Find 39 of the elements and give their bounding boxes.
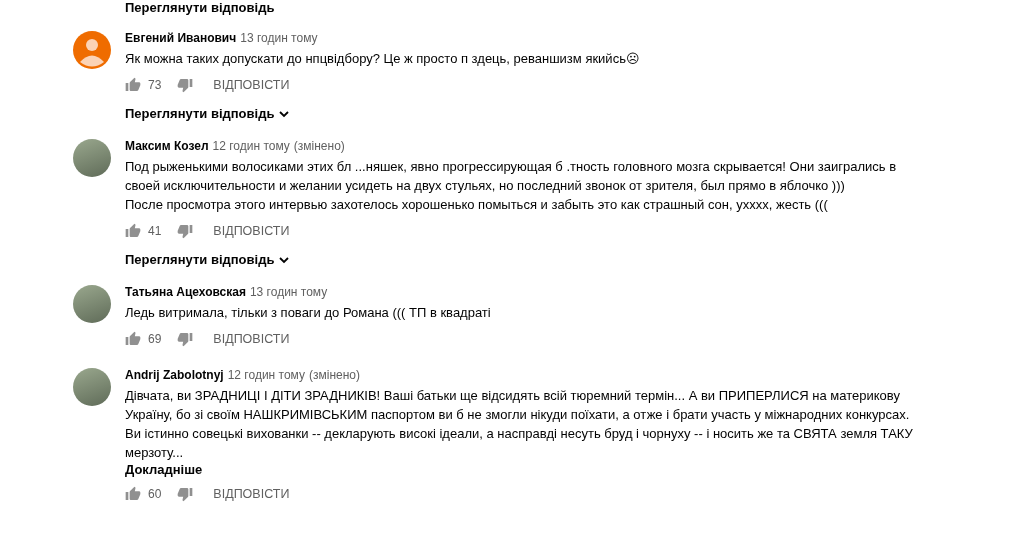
thumbs-up-icon[interactable] (125, 223, 141, 239)
thumbs-up-icon[interactable] (125, 77, 141, 93)
comment-author[interactable]: Максим Козел (125, 139, 209, 153)
comment-text: После просмотра этого интервью захотелось хорошенько помыться и забыть это как страшный сон, ухххх, жесть ((( (125, 196, 829, 214)
avatar-photo-placeholder[interactable] (73, 368, 111, 406)
comment-text: Ледь витримала, тільки з поваги до Романа ((( ТП в квадраті (125, 304, 492, 322)
comment-text: Дівчата, ви ЗРАДНИЦІ І ДІТИ ЗРАДНИКІВ! Ваші батьки ще відсидять всій тюремний термін... А ви ПРИПЕРЛИСЯ на материкову Україну, бо зі своїм НАШКРИМІВСЬКИМ паспортом ви б не змогли нікуди поїхати, а отже і брати участь у міжнародних конкурсах. Ви істинно совецькі вихованки -- декларують високі ідеали, а насправді несуть бруд і чорнуху -- і носить же та СВЯТА земля ТАКУ мерзоту... (125, 387, 914, 462)
comment-author[interactable]: Andrij Zabolotnyj (125, 368, 224, 382)
view-replies-link[interactable]: Переглянути відповідь (125, 252, 291, 267)
thumbs-down-icon[interactable] (177, 223, 194, 239)
reply-button[interactable]: ВІДПОВІСТИ (213, 487, 290, 501)
reply-button[interactable]: ВІДПОВІСТИ (213, 332, 290, 346)
comment-time[interactable]: 12 годин тому (212, 139, 290, 153)
like-count: 60 (148, 487, 162, 501)
comment-text: Як можна таких допускати до нпцвідбору? Це ж просто п здець, реваншизм якийсь☹ (125, 50, 641, 68)
default-avatar-icon[interactable] (73, 31, 111, 69)
reply-button[interactable]: ВІДПОВІСТИ (213, 78, 290, 92)
read-more-link[interactable]: Докладніше (125, 462, 203, 477)
avatar-photo-placeholder[interactable] (73, 139, 111, 177)
reply-button[interactable]: ВІДПОВІСТИ (213, 224, 290, 238)
comment-time[interactable]: 12 годин тому (227, 368, 305, 382)
comment-text: Под рыженькими волосиками этих бл ...няшек, явно прогрессирующая б .тность головного мозга скрывается! Они заигрались в своей исключительности и желании усидеть на двух стульях, но последний звонок от зрителя, был прямо в яблочко ))) (125, 158, 898, 195)
view-replies-link[interactable]: Переглянути відповідь (125, 0, 275, 15)
edited-label: (змінено) (308, 368, 360, 382)
edited-label: (змінено) (293, 139, 345, 153)
comment-author[interactable]: Татьяна Ацеховская (125, 285, 246, 299)
avatar-photo-placeholder[interactable] (73, 285, 111, 323)
comment-time[interactable]: 13 годин тому (249, 285, 328, 299)
like-count: 69 (148, 332, 162, 346)
thumbs-up-icon[interactable] (125, 486, 141, 502)
view-replies-link[interactable]: Переглянути відповідь (125, 106, 291, 121)
thumbs-up-icon[interactable] (125, 331, 141, 347)
like-count: 41 (148, 224, 162, 238)
comment-author[interactable]: Евгений Иванович (125, 31, 237, 45)
comment-time[interactable]: 13 годин тому (240, 31, 318, 45)
thumbs-down-icon[interactable] (177, 77, 194, 93)
like-count: 73 (148, 78, 162, 92)
thumbs-down-icon[interactable] (177, 331, 194, 347)
thumbs-down-icon[interactable] (177, 486, 194, 502)
